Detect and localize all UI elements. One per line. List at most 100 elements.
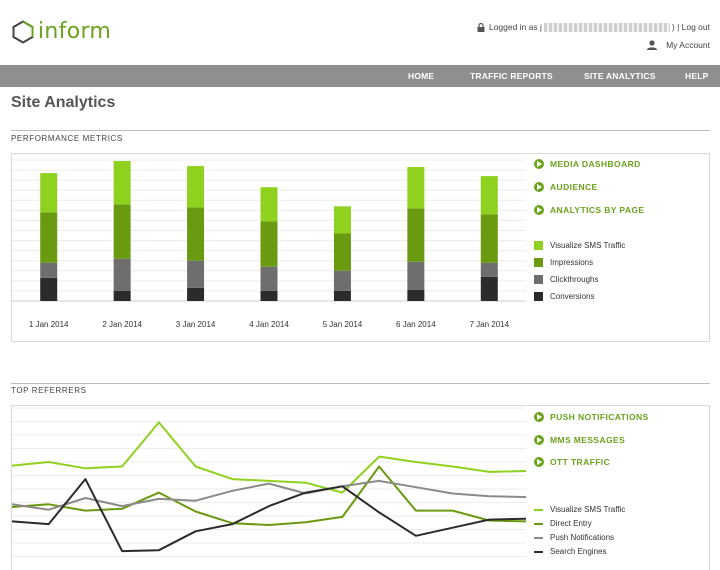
main-nav: HOME TRAFFIC REPORTS SITE ANALYTICS HELP	[0, 65, 720, 87]
bar-segment-conversions	[333, 290, 351, 301]
nav-home[interactable]: HOME	[408, 65, 434, 87]
arrow-circle-icon	[534, 159, 544, 169]
legend-label: Push Notifications	[550, 533, 615, 542]
legend-label: Direct Entry	[550, 519, 592, 528]
arrow-circle-icon	[534, 182, 544, 192]
bar-segment-conversions	[40, 277, 58, 301]
audience-link[interactable]: AUDIENCE	[534, 182, 598, 192]
mms-messages-label: MMS MESSAGES	[550, 435, 626, 445]
referrers-divider	[11, 383, 710, 384]
bar-segment-visualize-sms-traffic	[187, 166, 205, 208]
header: inform Logged in as j ) | Log out My Acc…	[0, 0, 720, 65]
bar-segment-conversions	[260, 290, 278, 301]
media-dashboard-label: MEDIA DASHBOARD	[550, 159, 641, 169]
legend-swatch	[534, 292, 543, 301]
user-icon	[647, 40, 658, 50]
ott-traffic-link[interactable]: OTT TRAFFIC	[534, 457, 610, 467]
account-area: Logged in as j ) | Log out My Account	[477, 20, 710, 52]
bar-segment-visualize-sms-traffic	[407, 167, 425, 209]
bar-segment-impressions	[333, 233, 351, 271]
x-tick-label: 3 Jan 2014	[176, 320, 216, 329]
legend-label: Impressions	[550, 258, 594, 267]
bar-segment-clickthroughs	[187, 260, 205, 288]
x-tick-label: 4 Jan 2014	[249, 320, 289, 329]
legend-label: Search Engines	[550, 547, 607, 556]
bar-segment-clickthroughs	[113, 258, 131, 291]
bar-segment-visualize-sms-traffic	[480, 176, 498, 215]
x-tick-label: 7 Jan 2014	[469, 320, 509, 329]
ott-traffic-label: OTT TRAFFIC	[550, 457, 611, 467]
media-dashboard-link[interactable]: MEDIA DASHBOARD	[534, 159, 641, 169]
masked-username	[543, 22, 670, 32]
my-account-row[interactable]: My Account	[477, 38, 710, 52]
push-notifications-link[interactable]: PUSH NOTIFICATIONS	[534, 412, 649, 422]
arrow-circle-icon	[534, 205, 544, 215]
x-tick-label: 1 Jan 2014	[29, 320, 69, 329]
legend-swatch	[534, 275, 543, 284]
lock-icon	[477, 22, 485, 32]
performance-panel: 1 Jan 2014 2 Jan 2014 3 Jan 2014 4 Jan 2014…	[11, 153, 710, 342]
legend-line-swatch	[534, 550, 543, 553]
legend-label: Clickthroughs	[550, 275, 599, 284]
referrers-line-chart	[12, 407, 527, 557]
legend-item-clickthroughs: Clickthroughs	[534, 275, 598, 284]
bar-segment-clickthroughs	[407, 261, 425, 290]
bar-segment-impressions	[40, 212, 58, 263]
bar-segment-clickthroughs	[480, 262, 498, 277]
bar-segment-visualize-sms-traffic	[260, 187, 278, 222]
bar-segment-conversions	[480, 276, 498, 301]
legend-label: Visualize SMS Traffic	[550, 505, 626, 514]
bar-segment-clickthroughs	[260, 266, 278, 291]
logged-in-prefix: Logged in as j	[488, 22, 542, 32]
legend-item-conversions: Conversions	[534, 292, 594, 301]
analytics-by-page-label: ANALYTICS BY PAGE	[550, 205, 645, 215]
x-tick-label: 2 Jan 2014	[102, 320, 142, 329]
series-line-visualize-sms-traffic	[12, 421, 527, 494]
legend-swatch	[534, 258, 543, 267]
bar-segment-clickthroughs	[333, 270, 351, 291]
bar-segment-visualize-sms-traffic	[333, 206, 351, 234]
mms-messages-link[interactable]: MMS MESSAGES	[534, 435, 625, 445]
legend-swatch	[534, 241, 543, 250]
my-account-link[interactable]: My Account	[666, 40, 710, 50]
hexagon-logo-icon	[12, 19, 34, 44]
legend-label: Conversions	[550, 292, 595, 301]
logo[interactable]: inform	[11, 19, 111, 44]
x-tick-label: 6 Jan 2014	[396, 320, 436, 329]
bar-segment-conversions	[187, 287, 205, 301]
legend-item-sms: Visualize SMS Traffic	[534, 241, 625, 250]
bar-segment-conversions	[407, 289, 425, 301]
legend-line-swatch	[534, 536, 543, 539]
bar-segment-impressions	[187, 207, 205, 261]
bar-segment-impressions	[480, 214, 498, 263]
arrow-circle-icon	[534, 457, 544, 467]
nav-help[interactable]: HELP	[685, 65, 708, 87]
legend-line-swatch	[534, 522, 543, 525]
push-notifications-label: PUSH NOTIFICATIONS	[550, 412, 649, 422]
nav-traffic-reports[interactable]: TRAFFIC REPORTS	[470, 65, 553, 87]
x-tick-label: 5 Jan 2014	[323, 320, 363, 329]
series-line-search-engines	[12, 478, 527, 553]
arrow-circle-icon	[534, 435, 544, 445]
audience-label: AUDIENCE	[550, 182, 598, 192]
page-title: Site Analytics	[11, 94, 116, 111]
bar-segment-impressions	[407, 208, 425, 262]
login-status: Logged in as j ) | Log out	[477, 20, 710, 34]
legend-item-impressions: Impressions	[534, 258, 593, 267]
referrers-section-title: TOP REFERRERS	[11, 386, 87, 395]
analytics-by-page-link[interactable]: ANALYTICS BY PAGE	[534, 205, 645, 215]
legend-item-direct-entry: Direct Entry	[534, 519, 592, 528]
arrow-circle-icon	[534, 412, 544, 422]
performance-section-title: PERFORMANCE METRICS	[11, 134, 123, 143]
bar-segment-visualize-sms-traffic	[113, 161, 131, 205]
bar-segment-clickthroughs	[40, 262, 58, 278]
logout-link[interactable]: ) | Log out	[672, 22, 710, 32]
performance-divider	[11, 130, 710, 131]
bar-segment-visualize-sms-traffic	[40, 173, 58, 213]
bar-segment-conversions	[113, 290, 131, 301]
legend-item-search-engines: Search Engines	[534, 547, 606, 556]
legend-item-push-notifications: Push Notifications	[534, 533, 614, 542]
legend-line-swatch	[534, 508, 543, 511]
bar-segment-impressions	[260, 221, 278, 267]
nav-site-analytics[interactable]: SITE ANALYTICS	[584, 65, 656, 87]
